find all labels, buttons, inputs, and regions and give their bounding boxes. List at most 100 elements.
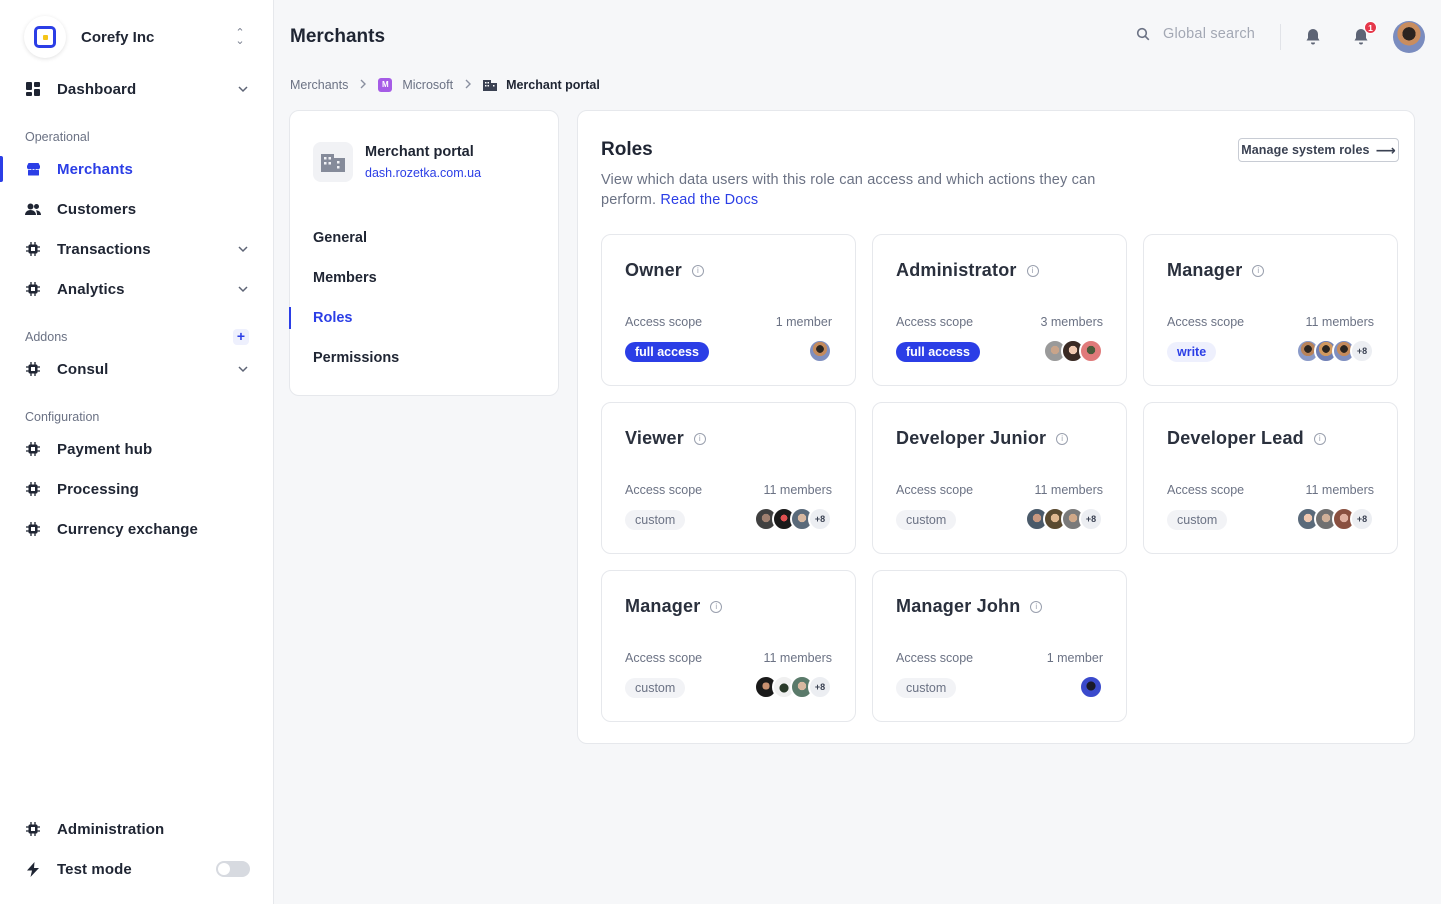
roles-title: Roles [601, 139, 653, 160]
info-icon[interactable]: i [710, 600, 723, 613]
scope-badge: custom [1167, 510, 1228, 530]
sidebar-item-currency-exchange[interactable]: Currency exchange [24, 515, 250, 543]
access-scope-label: Access scope [1167, 483, 1245, 497]
scope-badge: custom [896, 678, 957, 698]
workspace-switcher[interactable]: Corefy Inc ⌃ ⌄ [24, 16, 250, 58]
member-avatars: +8 [1296, 339, 1374, 363]
member-count: 11 members [763, 483, 832, 497]
role-name: Developer Junior i [896, 428, 1069, 449]
sidebar-item-consul[interactable]: Consul [24, 355, 250, 383]
sidebar-item-analytics[interactable]: Analytics [24, 275, 250, 303]
role-name-text: Viewer [625, 428, 684, 448]
role-card-owner[interactable]: Owner i Access scope 1 member full access [601, 234, 856, 386]
info-icon[interactable]: i [1030, 600, 1043, 613]
merchant-card: Merchant portal dash.rozetka.com.ua Gene… [289, 110, 559, 396]
role-card-manager-2[interactable]: Manager i Access scope 11 members custom … [601, 570, 856, 722]
chip-icon [24, 440, 42, 458]
chevron-up-down-icon: ⌃ ⌄ [235, 27, 245, 47]
info-icon[interactable]: i [1026, 264, 1039, 277]
bell-icon[interactable] [1303, 27, 1323, 47]
search-input[interactable]: Global search [1163, 26, 1255, 42]
avatar [1079, 339, 1103, 363]
role-name-text: Manager [1167, 260, 1243, 280]
role-name-text: Developer Junior [896, 428, 1047, 448]
role-card-developer-junior[interactable]: Developer Junior i Access scope 11 member… [872, 402, 1127, 554]
info-icon[interactable]: i [1313, 432, 1326, 445]
scope-badge: custom [896, 510, 957, 530]
role-card-manager[interactable]: Manager i Access scope 11 members write +… [1143, 234, 1398, 386]
chevron-right-icon [464, 79, 472, 92]
header-divider [1280, 24, 1281, 50]
add-addon-button[interactable]: + [233, 329, 249, 345]
sidebar-item-label: Administration [57, 820, 165, 838]
role-card-manager-john[interactable]: Manager John i Access scope 1 member cust… [872, 570, 1127, 722]
sidebar-item-processing[interactable]: Processing [24, 475, 250, 503]
role-name-text: Manager [625, 596, 701, 616]
role-name: Manager John i [896, 596, 1043, 617]
sidebar-item-label: Payment hub [57, 440, 153, 458]
tab-permissions[interactable]: Permissions [313, 350, 399, 366]
role-name-text: Owner [625, 260, 683, 280]
page-title: Merchants [290, 26, 386, 47]
tab-members[interactable]: Members [313, 270, 377, 286]
role-card-developer-lead[interactable]: Developer Lead i Access scope 11 members … [1143, 402, 1398, 554]
member-count: 11 members [1305, 483, 1374, 497]
sidebar-item-payment-hub[interactable]: Payment hub [24, 435, 250, 463]
chip-icon [24, 480, 42, 498]
member-count: 1 member [1046, 651, 1103, 665]
merchant-badge: M [378, 78, 393, 92]
role-card-viewer[interactable]: Viewer i Access scope 11 members custom +… [601, 402, 856, 554]
scope-badge: full access [625, 342, 709, 362]
roles-panel: Roles View which data users with this ro… [577, 110, 1415, 744]
manage-button-label: Manage system roles [1241, 143, 1370, 157]
merchant-url-link[interactable]: dash.rozetka.com.ua [365, 166, 481, 180]
access-scope-label: Access scope [625, 315, 703, 329]
sidebar-item-administration[interactable]: Administration [24, 815, 250, 843]
sidebar-item-transactions[interactable]: Transactions [24, 235, 250, 263]
sidebar-item-label: Transactions [57, 240, 151, 258]
workspace-name: Corefy Inc [81, 28, 155, 46]
manage-system-roles-button[interactable]: Manage system roles ⟶ [1238, 138, 1399, 162]
role-card-administrator[interactable]: Administrator i Access scope 3 members fu… [872, 234, 1127, 386]
info-icon[interactable]: i [692, 264, 705, 277]
chevron-down-icon [238, 86, 248, 93]
role-name-text: Developer Lead [1167, 428, 1304, 448]
global-search[interactable]: Global search [1136, 26, 1255, 42]
breadcrumb-microsoft[interactable]: Microsoft [402, 78, 453, 92]
sidebar-item-label: Analytics [57, 280, 125, 298]
active-indicator [0, 156, 3, 182]
sidebar-item-dashboard[interactable]: Dashboard [24, 75, 250, 103]
access-scope-label: Access scope [896, 315, 974, 329]
tab-general[interactable]: General [313, 230, 367, 246]
chevron-down-icon [238, 366, 248, 373]
scope-badge: write [1167, 342, 1217, 362]
sidebar-item-merchants[interactable]: Merchants [24, 155, 250, 183]
access-scope-label: Access scope [1167, 315, 1245, 329]
info-icon[interactable]: i [1252, 264, 1265, 277]
scope-badge: full access [896, 342, 980, 362]
chip-icon [24, 280, 42, 298]
building-icon [313, 142, 353, 182]
chevron-down-icon [238, 246, 248, 253]
info-icon[interactable]: i [1056, 432, 1069, 445]
roles-description: View which data users with this role can… [601, 170, 1121, 210]
member-count: 11 members [763, 651, 832, 665]
read-docs-link[interactable]: Read the Docs [660, 192, 758, 208]
member-count: 1 member [775, 315, 832, 329]
chip-icon [24, 360, 42, 378]
sidebar-item-label: Customers [57, 200, 137, 218]
chevron-down-icon [238, 286, 248, 293]
building-icon [483, 80, 498, 91]
member-avatars: +8 [1025, 507, 1103, 531]
access-scope-label: Access scope [625, 483, 703, 497]
sidebar-item-label: Consul [57, 360, 109, 378]
tab-roles[interactable]: Roles [313, 310, 353, 326]
user-avatar[interactable] [1393, 21, 1425, 53]
sidebar-item-customers[interactable]: Customers [24, 195, 250, 223]
member-avatars: +8 [754, 507, 832, 531]
member-avatars [808, 339, 832, 363]
breadcrumb-merchants[interactable]: Merchants [290, 78, 348, 92]
member-avatars [1043, 339, 1103, 363]
test-mode-toggle[interactable] [216, 861, 250, 877]
info-icon[interactable]: i [693, 432, 706, 445]
